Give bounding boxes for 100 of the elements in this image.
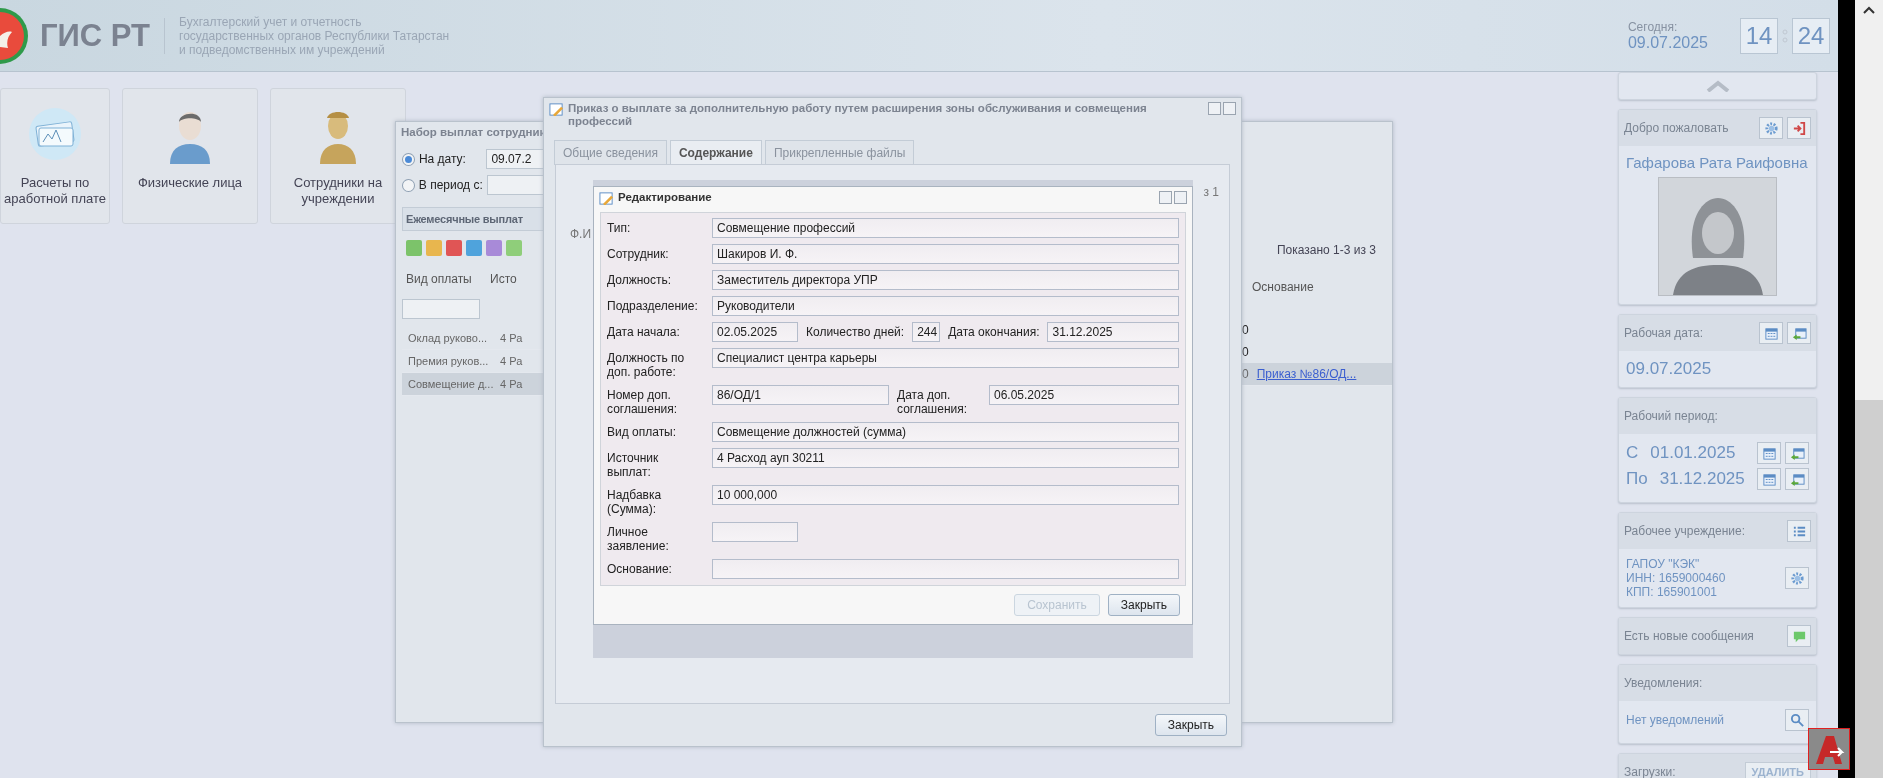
messages-text: Есть новые сообщения: [1624, 629, 1754, 643]
field-label: Тип:: [607, 220, 632, 235]
field-label: Подразделение:: [607, 298, 699, 313]
clock-minutes: 24: [1792, 17, 1830, 54]
grid-tab[interactable]: Ежемесячные выплат: [402, 207, 544, 231]
radio-label: На дату:: [418, 152, 467, 166]
field-label: Основание:: [607, 561, 673, 576]
field-label: Дата начала:: [607, 324, 681, 339]
settings-button[interactable]: [1759, 117, 1783, 139]
dialog-button[interactable]: Закрыть: [1107, 594, 1180, 616]
maximize-button[interactable]: [1159, 191, 1172, 204]
filter-field[interactable]: [402, 299, 480, 319]
user-name: Гафарова Рата Раифовна: [1626, 154, 1809, 171]
search-icon: [1789, 712, 1805, 728]
desktop-tile[interactable]: Расчеты по аработной плате: [0, 88, 110, 224]
input-field[interactable]: Заместитель директора УПР: [712, 270, 1179, 290]
calendar-reset-button[interactable]: [1785, 468, 1809, 490]
org-info: КПП: 165901001: [1626, 585, 1718, 599]
column-header[interactable]: Ф.И: [570, 227, 592, 241]
date-field[interactable]: 09.07.2: [486, 149, 544, 169]
notifications-text: Нет уведомлений: [1626, 713, 1725, 727]
app-title: ГИС РТ: [40, 17, 166, 54]
input-field[interactable]: Руководители: [712, 296, 1179, 316]
period-date: 31.12.2025: [1659, 469, 1745, 489]
logout-button[interactable]: [1787, 117, 1811, 139]
tab[interactable]: Содержание: [669, 140, 762, 165]
clock-hours: 14: [1740, 17, 1778, 54]
scrollbar[interactable]: [1855, 0, 1883, 400]
settings-icon: [1789, 570, 1805, 586]
field-label: Надбавка (Сумма):: [607, 487, 663, 516]
column-header[interactable]: Исто: [486, 272, 517, 286]
desktop-tile[interactable]: Физические лица: [122, 88, 258, 224]
dialog-title: Редактирование: [618, 191, 713, 204]
field-label: Количество дней:: [806, 324, 905, 339]
date-field[interactable]: [486, 175, 544, 195]
radio-label: В период с:: [418, 178, 483, 192]
close-button[interactable]: Закрыть: [1154, 714, 1227, 736]
today-label: Сегодня:: [1627, 19, 1679, 34]
calendar-reset-button[interactable]: [1785, 442, 1809, 464]
panel-title: Рабочее учреждение:: [1624, 524, 1745, 538]
input-field[interactable]: Шакиров И. Ф.: [712, 244, 1179, 264]
grid-row-end[interactable]: 0: [1242, 341, 1392, 363]
app-launcher-icon[interactable]: [1808, 728, 1850, 770]
search-button[interactable]: [1785, 709, 1809, 731]
column-header[interactable]: Основание: [1242, 280, 1314, 294]
grid-row-end[interactable]: 0 Приказ №86/ОД...: [1242, 363, 1392, 386]
panel-title: Добро пожаловать: [1624, 121, 1729, 135]
panel-title: Рабочая дата:: [1624, 326, 1704, 340]
period-prefix: По: [1626, 469, 1648, 489]
field-label: Вид оплаты:: [607, 424, 678, 439]
calendar-icon: [1761, 445, 1777, 461]
chevron-up-icon: [1863, 6, 1875, 14]
today-date: 09.07.2025: [1627, 33, 1708, 52]
radio-button[interactable]: [402, 152, 415, 166]
emblem-logo: [0, 5, 30, 66]
input-field[interactable]: 10 000,000: [712, 485, 1179, 505]
pager-text: з 1: [1203, 185, 1219, 199]
settings-button[interactable]: [1785, 567, 1809, 589]
logout-icon: [1791, 120, 1807, 136]
calendar-icon: [1761, 471, 1777, 487]
calendar-button[interactable]: [1759, 322, 1783, 344]
messages-button[interactable]: [1787, 625, 1811, 647]
grid-row-end[interactable]: 0: [1242, 319, 1392, 341]
order-link[interactable]: Приказ №86/ОД...: [1256, 367, 1357, 381]
input-field[interactable]: Специалист центра карьеры: [712, 348, 1179, 368]
field-label: Личное заявление:: [607, 524, 670, 553]
maximize-button[interactable]: [1208, 102, 1221, 115]
input-field[interactable]: [712, 522, 798, 542]
input-field[interactable]: 06.05.2025: [989, 385, 1179, 405]
org-info: ГАПОУ "КЭК": [1626, 557, 1701, 571]
input-field[interactable]: 02.05.2025: [712, 322, 798, 342]
input-field[interactable]: 31.12.2025: [1047, 322, 1179, 342]
input-field[interactable]: 4 Расход ауп 30211: [712, 448, 1179, 468]
field-label: Дата доп. соглашения:: [897, 387, 969, 416]
field-label: Должность по доп. работе:: [607, 350, 686, 379]
input-field[interactable]: 244: [912, 322, 941, 342]
input-field[interactable]: [712, 559, 1179, 579]
panel-title: Загрузки:: [1624, 765, 1676, 778]
radio-button[interactable]: [402, 178, 415, 192]
pager-text: Показано 1-3 из 3: [1275, 243, 1377, 257]
scroll-up-button[interactable]: [1618, 72, 1817, 100]
calendar-reset-button[interactable]: [1787, 322, 1811, 344]
calendar-button[interactable]: [1757, 442, 1781, 464]
window-title: Приказ о выплате за дополнительную работу путем расширения зоны обслуживания и совмещения профессий: [568, 102, 1148, 128]
field-label: Сотрудник:: [607, 246, 670, 261]
chevron-up-icon: [1705, 80, 1730, 92]
period-date: 01.01.2025: [1650, 443, 1736, 463]
panel-title: Уведомления:: [1624, 676, 1703, 690]
grid-row[interactable]: Совмещение д... 4 Ра: [402, 373, 544, 396]
column-header[interactable]: Вид оплаты: [402, 272, 486, 286]
calendar-icon: [1763, 325, 1779, 341]
settings-icon: [1763, 120, 1779, 136]
input-field[interactable]: Совмещение должностей (сумма): [712, 422, 1179, 442]
field-label: Номер доп. соглашения:: [607, 387, 679, 416]
input-field[interactable]: Совмещение профессий: [712, 218, 1179, 238]
field-label: Источник выплат:: [607, 450, 660, 479]
list-button[interactable]: [1787, 520, 1811, 542]
panel-title: Рабочий период:: [1624, 409, 1718, 423]
calendar-button[interactable]: [1757, 468, 1781, 490]
input-field[interactable]: 86/ОД/1: [712, 385, 889, 405]
